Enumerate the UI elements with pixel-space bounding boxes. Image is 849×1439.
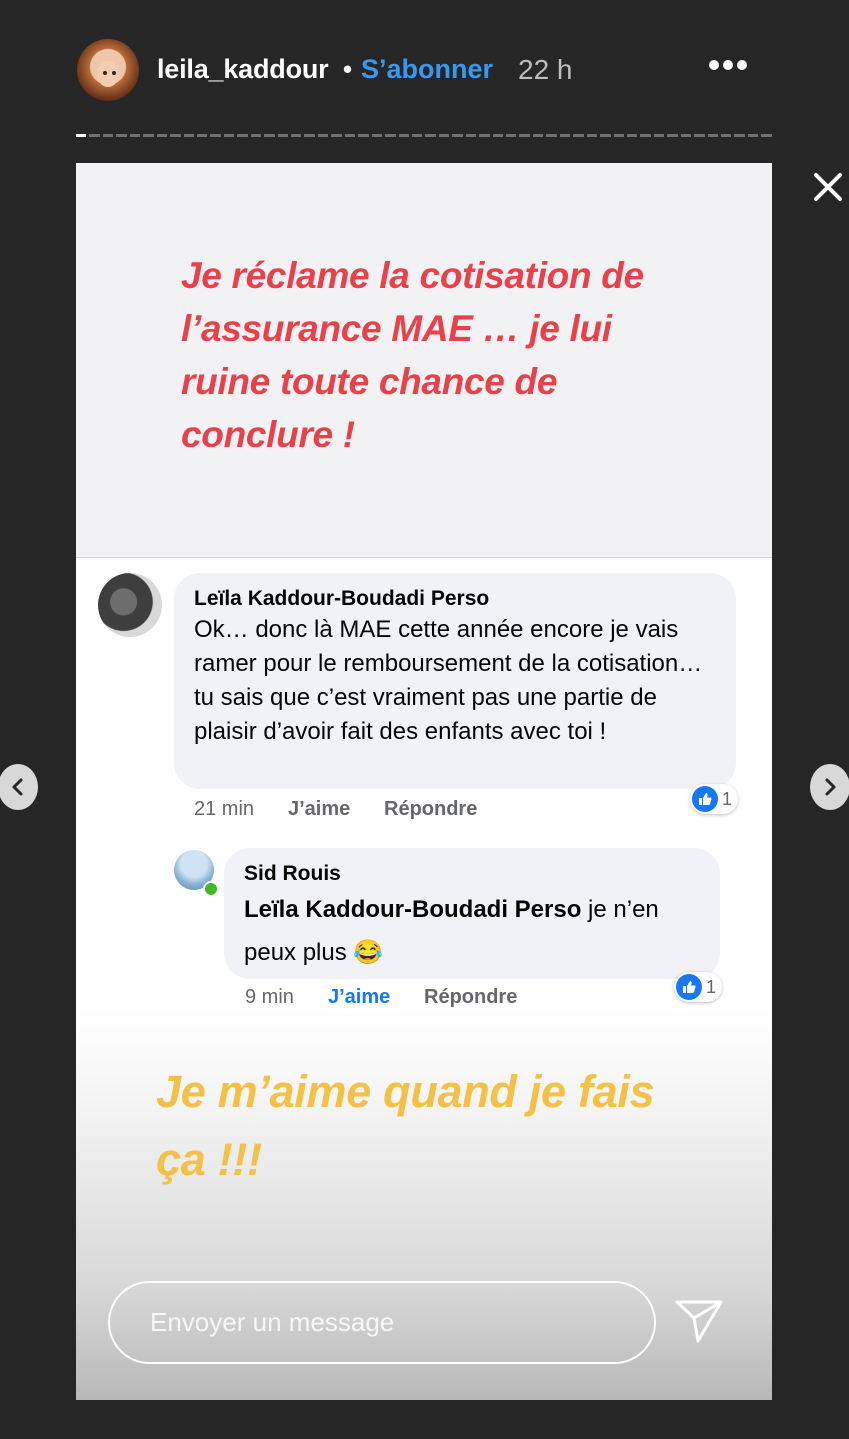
online-status-dot	[203, 881, 219, 897]
comment-reactions: 1	[690, 784, 739, 814]
next-story-button[interactable]	[810, 764, 849, 810]
reply-mention: Leïla Kaddour-Boudadi Perso	[244, 896, 582, 923]
follow-button[interactable]: S’abonner	[361, 54, 493, 85]
post-time: 22 h	[518, 54, 573, 85]
progress-segment	[250, 134, 262, 137]
message-placeholder: Envoyer un message	[150, 1307, 395, 1337]
progress-segment	[532, 134, 544, 137]
more-options-icon[interactable]	[709, 60, 747, 70]
progress-segment	[331, 134, 342, 137]
progress-segment	[761, 134, 772, 137]
reaction-count: 1	[722, 788, 733, 809]
previous-story-button[interactable]	[0, 764, 38, 810]
message-input[interactable]: Envoyer un message	[108, 1281, 656, 1364]
send-icon[interactable]	[674, 1298, 724, 1344]
progress-segment	[438, 134, 450, 137]
progress-segment	[385, 134, 396, 137]
progress-segment	[694, 134, 705, 137]
progress-segment	[129, 134, 141, 137]
reply-reply-link: Répondre	[424, 986, 518, 1008]
progress-segment	[546, 134, 557, 137]
progress-segment	[586, 134, 598, 137]
progress-segment	[237, 134, 248, 137]
username-link[interactable]: leila_kaddour	[157, 54, 329, 85]
profile-avatar[interactable]	[77, 39, 139, 101]
progress-segment	[344, 134, 356, 137]
story-content[interactable]: Je réclame la cotisation de l’assurance …	[76, 163, 772, 1400]
reply-text: Leïla Kaddour-Boudadi Perso je n’en peux…	[244, 888, 714, 974]
story-caption-bottom: Je m’aime quand je fais ça !!!	[156, 1066, 655, 1185]
reply-like-link: J’aime	[328, 986, 391, 1008]
progress-segment	[196, 134, 208, 137]
progress-segment	[170, 134, 181, 137]
progress-segment	[291, 134, 302, 137]
comment-avatar	[98, 573, 162, 637]
progress-segment	[210, 134, 221, 137]
progress-segment	[398, 134, 409, 137]
progress-segment	[465, 134, 477, 137]
reply-author: Sid Rouis	[244, 862, 341, 885]
progress-segment	[667, 134, 678, 137]
chevron-right-icon	[825, 778, 836, 796]
progress-segment	[264, 134, 275, 137]
comment-text: Ok… donc là MAE cette année encore je va…	[194, 616, 703, 745]
reaction-count: 1	[706, 976, 717, 997]
progress-segment	[721, 134, 732, 137]
story-top-caption-area: Je réclame la cotisation de l’assurance …	[76, 163, 772, 558]
comment-like-link: J’aime	[288, 798, 351, 820]
reply-reactions: 1	[674, 972, 723, 1002]
comment-bubble: Leïla Kaddour-Boudadi Perso Ok… donc là …	[174, 573, 736, 789]
progress-segment	[734, 134, 745, 137]
progress-segment	[640, 134, 651, 137]
progress-segment	[559, 134, 571, 137]
avatar-eye-left	[103, 71, 107, 75]
progress-segment	[102, 134, 114, 137]
progress-segment	[156, 134, 168, 137]
progress-segment	[707, 134, 718, 137]
close-icon[interactable]	[812, 171, 844, 203]
progress-segment	[519, 134, 530, 137]
progress-segment	[747, 134, 759, 137]
progress-segment	[143, 134, 154, 137]
progress-segment	[411, 134, 423, 137]
progress-segment	[600, 134, 611, 137]
story-caption-top: Je réclame la cotisation de l’assurance …	[181, 255, 644, 455]
facebook-comment-screenshot: Leïla Kaddour-Boudadi Perso Ok… donc là …	[76, 558, 772, 1008]
progress-segment	[425, 134, 436, 137]
progress-segment	[626, 134, 638, 137]
progress-segment	[304, 134, 315, 137]
progress-segment	[89, 134, 100, 137]
progress-segment	[452, 134, 463, 137]
progress-segment	[183, 134, 194, 137]
comment-reply-link: Répondre	[384, 798, 478, 820]
progress-segment	[358, 134, 369, 137]
progress-segment	[371, 134, 383, 137]
progress-segment	[277, 134, 288, 137]
progress-segment	[680, 134, 692, 137]
comment-time: 21 min	[194, 798, 255, 820]
progress-segment	[573, 134, 584, 137]
comment-author: Leïla Kaddour-Boudadi Perso	[194, 587, 490, 610]
reply-time: 9 min	[245, 986, 294, 1008]
progress-segment	[653, 134, 665, 137]
avatar-eye-right	[112, 71, 116, 75]
progress-segment	[613, 134, 624, 137]
progress-segment	[116, 134, 127, 137]
progress-segment	[492, 134, 503, 137]
story-progress-bar	[76, 134, 772, 138]
separator-dot: •	[343, 54, 353, 84]
chevron-left-icon	[12, 778, 23, 796]
progress-segment	[76, 134, 87, 137]
progress-segment	[506, 134, 517, 137]
progress-segment	[317, 134, 329, 137]
story-bottom-caption-area: Je m’aime quand je fais ça !!! Envoyer u…	[76, 1008, 772, 1400]
progress-segment	[223, 134, 235, 137]
thumbs-up-icon	[692, 786, 718, 812]
thumbs-up-icon	[676, 974, 702, 1000]
reply-bubble: Sid Rouis Leïla Kaddour-Boudadi Perso je…	[224, 848, 720, 979]
progress-segment	[479, 134, 490, 137]
